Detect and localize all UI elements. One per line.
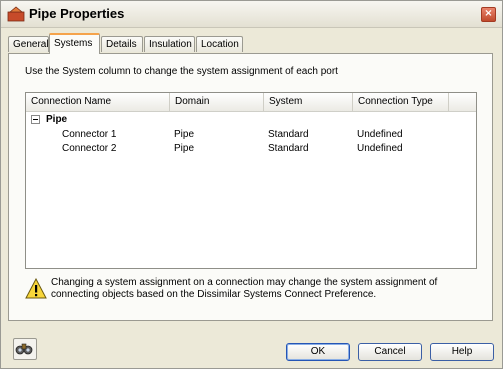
group-row-pipe[interactable]: Pipe xyxy=(26,113,476,127)
collapse-icon[interactable] xyxy=(31,115,40,124)
close-icon: × xyxy=(484,8,493,19)
tab-location[interactable]: Location xyxy=(196,36,243,52)
ok-button[interactable]: OK xyxy=(286,343,350,361)
column-header-domain[interactable]: Domain xyxy=(170,93,264,111)
cell-connection-name: Connector 1 xyxy=(62,129,117,140)
connections-table[interactable]: Connection Name Domain System Connection… xyxy=(25,92,477,269)
table-header: Connection Name Domain System Connection… xyxy=(26,93,476,112)
warning-line-1: Changing a system assignment on a connec… xyxy=(51,277,438,288)
app-icon xyxy=(7,6,25,22)
warning-message: Changing a system assignment on a connec… xyxy=(51,277,471,301)
close-button[interactable]: × xyxy=(481,7,496,22)
pipe-properties-dialog: Pipe Properties × General Systems Detail… xyxy=(0,0,503,369)
cell-system[interactable]: Standard xyxy=(268,128,309,142)
instruction-text: Use the System column to change the syst… xyxy=(25,66,338,77)
column-header-connection-type[interactable]: Connection Type xyxy=(353,93,449,111)
window-title: Pipe Properties xyxy=(29,6,125,21)
warning-icon xyxy=(25,278,47,299)
cell-connection-name: Connector 2 xyxy=(62,143,117,154)
tab-general[interactable]: General xyxy=(8,36,49,52)
column-header-connection-name[interactable]: Connection Name xyxy=(26,93,170,111)
column-header-system[interactable]: System xyxy=(264,93,353,111)
systems-panel: Use the System column to change the syst… xyxy=(8,53,493,321)
cancel-button[interactable]: Cancel xyxy=(358,343,422,361)
cell-connection-type: Undefined xyxy=(357,129,403,140)
table-row[interactable]: Connector 1 Pipe Standard Undefined xyxy=(26,128,476,142)
binoculars-icon xyxy=(15,343,33,355)
content-browser-button[interactable] xyxy=(13,338,37,360)
cell-system[interactable]: Standard xyxy=(268,142,309,156)
title-bar[interactable]: Pipe Properties × xyxy=(1,1,502,28)
table-row[interactable]: Connector 2 Pipe Standard Undefined xyxy=(26,142,476,156)
help-button[interactable]: Help xyxy=(430,343,494,361)
tab-systems[interactable]: Systems xyxy=(49,33,100,54)
cell-domain: Pipe xyxy=(174,129,195,140)
cell-domain: Pipe xyxy=(174,143,195,154)
group-label: Pipe xyxy=(46,114,68,125)
tab-details[interactable]: Details xyxy=(101,36,143,52)
tab-insulation[interactable]: Insulation xyxy=(144,36,195,52)
warning-line-2: connecting objects based on the Dissimil… xyxy=(51,289,377,300)
cell-connection-type: Undefined xyxy=(357,143,403,154)
